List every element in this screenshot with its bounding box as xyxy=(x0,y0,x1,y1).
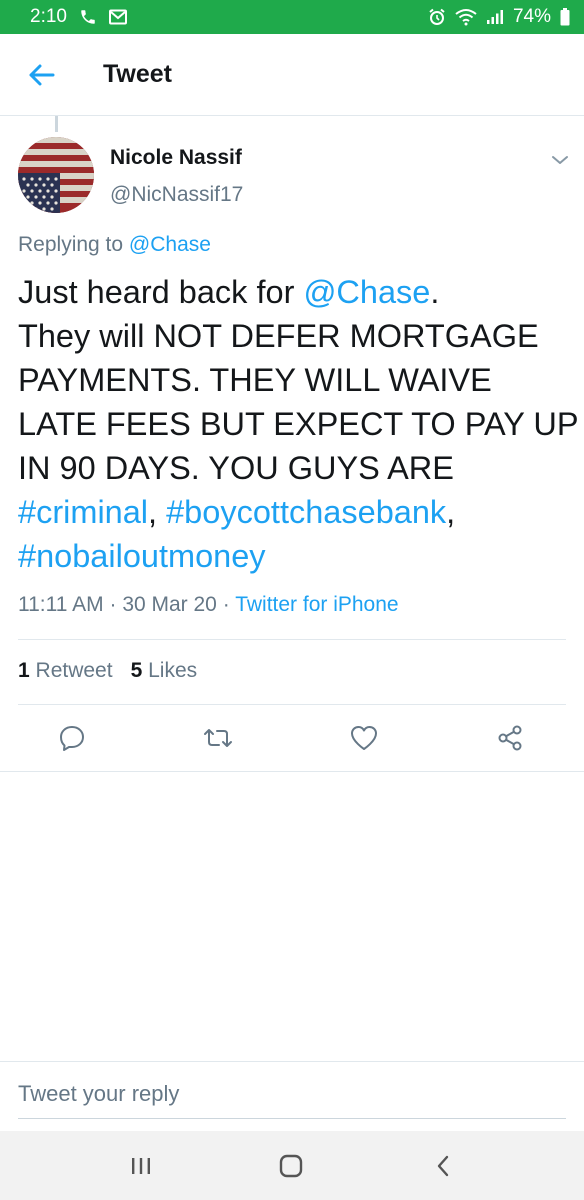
status-right: 74% xyxy=(428,6,570,28)
battery-icon xyxy=(560,8,570,26)
home-button[interactable] xyxy=(274,1149,308,1183)
meta-separator: · xyxy=(109,593,117,616)
share-icon xyxy=(498,725,522,751)
hashtag-boycottchasebank[interactable]: #boycottchasebank xyxy=(166,494,446,530)
page-title: Tweet xyxy=(103,60,172,88)
hashtag-criminal[interactable]: #criminal xyxy=(18,494,148,530)
top-bar: Tweet xyxy=(0,34,584,116)
avatar[interactable] xyxy=(18,137,94,213)
retweet-button[interactable] xyxy=(202,722,234,754)
thread-line xyxy=(55,116,58,132)
like-button[interactable] xyxy=(348,722,380,754)
tweet-date: 30 Mar 20 xyxy=(122,593,217,616)
tweet-text-separator: , xyxy=(148,494,167,530)
system-nav-bar xyxy=(0,1131,584,1200)
flag-avatar-image xyxy=(18,137,94,213)
replying-to: Replying to @Chase xyxy=(18,233,211,257)
phone-icon xyxy=(81,10,95,24)
tweet-time: 11:11 AM xyxy=(18,593,104,616)
likes-count: 5 xyxy=(130,659,143,682)
alarm-icon xyxy=(429,8,445,25)
replying-to-label: Replying to xyxy=(18,233,124,256)
tweet-text-separator: , xyxy=(446,494,456,530)
tweet-text: Just heard back for @Chase. They will NO… xyxy=(18,270,578,578)
retweets-count: 1 xyxy=(18,659,30,682)
meta-separator: · xyxy=(222,593,230,616)
recents-icon xyxy=(132,1158,150,1174)
retweet-icon xyxy=(204,729,232,747)
share-button[interactable] xyxy=(494,722,526,754)
hashtag-nobailoutmoney[interactable]: #nobailoutmoney xyxy=(18,538,266,574)
reply-icon xyxy=(60,726,84,751)
retweets-label: Retweet xyxy=(35,659,113,682)
status-left: 2:10 xyxy=(30,6,127,28)
nav-back-button[interactable] xyxy=(426,1149,460,1183)
action-bar xyxy=(0,705,584,772)
signal-icon xyxy=(486,10,503,24)
back-button[interactable] xyxy=(24,58,58,92)
reply-composer xyxy=(0,1061,584,1132)
status-time: 2:10 xyxy=(30,6,67,27)
likes-stat[interactable]: 5 Likes xyxy=(131,659,198,683)
tweet-source[interactable]: Twitter for iPhone xyxy=(235,593,398,616)
chevron-down-icon xyxy=(552,156,568,164)
divider xyxy=(18,639,566,640)
retweets-stat[interactable]: 1 Retweet xyxy=(18,659,113,683)
mail-icon xyxy=(108,9,127,25)
status-bar: 2:10 74% xyxy=(0,0,584,34)
tweet-meta: 11:11 AM · 30 Mar 20 · Twitter for iPhon… xyxy=(18,593,399,617)
tweet-mention[interactable]: @Chase xyxy=(303,274,430,310)
like-icon xyxy=(351,726,377,750)
author-name[interactable]: Nicole Nassif xyxy=(110,146,242,170)
back-icon xyxy=(437,1155,449,1177)
battery-percent: 74% xyxy=(512,6,551,27)
author-handle[interactable]: @NicNassif17 xyxy=(110,183,243,207)
wifi-icon xyxy=(455,9,477,26)
tweet-text-part: Just heard back for xyxy=(18,274,304,310)
recents-button[interactable] xyxy=(124,1149,158,1183)
reply-button[interactable] xyxy=(56,722,88,754)
likes-label: Likes xyxy=(148,659,198,682)
reply-input[interactable] xyxy=(18,1070,566,1119)
tweet-stats: 1 Retweet 5 Likes xyxy=(18,659,197,683)
tweet-menu-button[interactable] xyxy=(549,149,571,171)
home-icon xyxy=(279,1154,303,1178)
replying-to-mention[interactable]: @Chase xyxy=(129,233,211,256)
arrow-left-icon xyxy=(29,64,55,86)
